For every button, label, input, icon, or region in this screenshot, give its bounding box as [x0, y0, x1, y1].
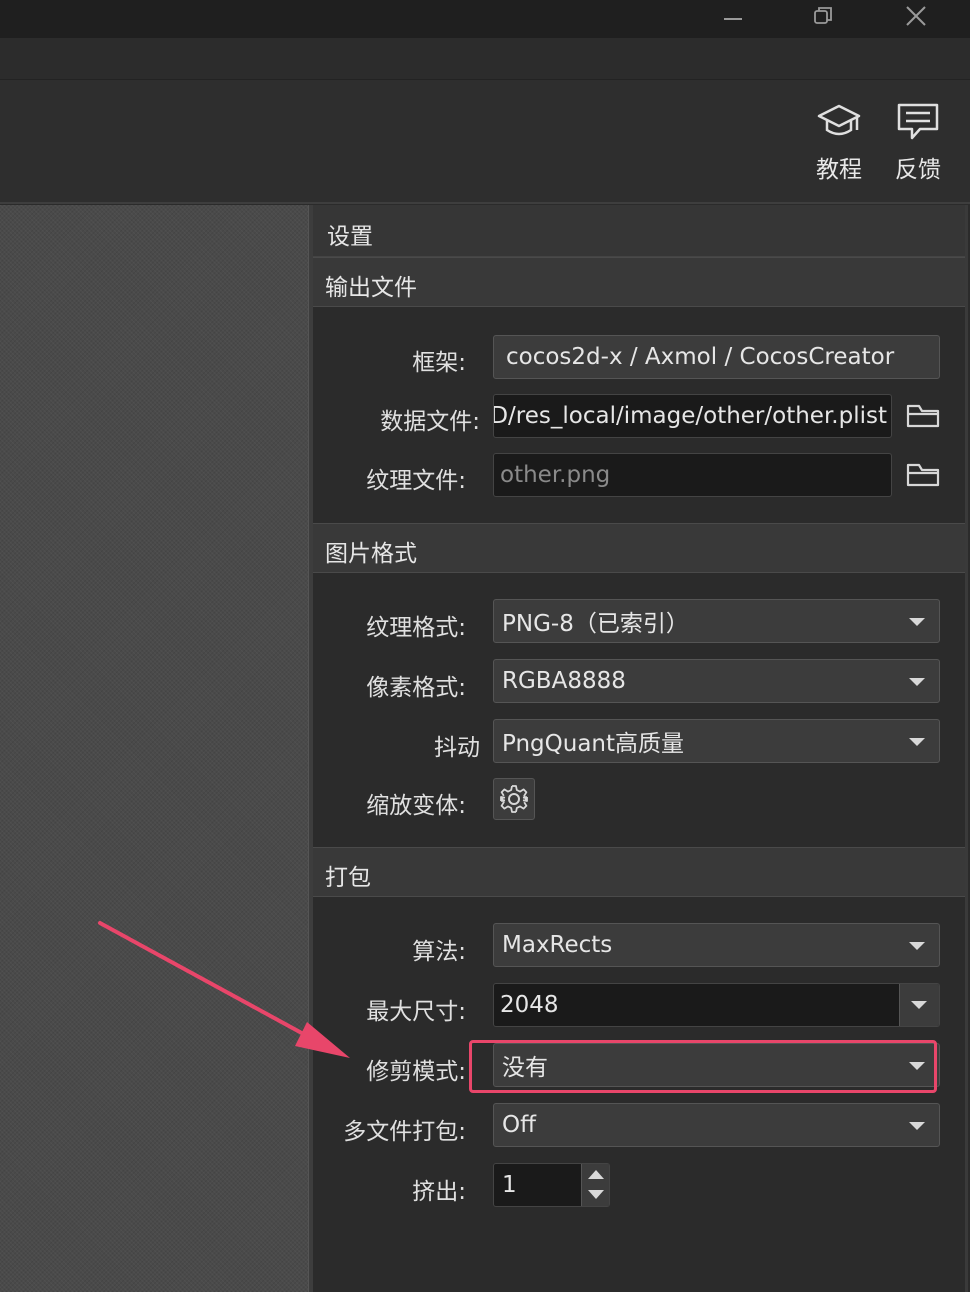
chevron-down-icon — [909, 618, 925, 626]
minimize-icon — [724, 18, 742, 20]
minimize-button[interactable] — [703, 0, 763, 32]
texture-folder-icon[interactable] — [905, 459, 941, 489]
max-size-label: 最大尺寸: — [366, 999, 466, 1025]
scale-variants-label: 缩放变体: — [366, 793, 466, 819]
sprite-canvas[interactable] — [0, 205, 308, 1292]
max-size-combo[interactable]: 2048 — [493, 983, 940, 1027]
chevron-down-icon — [911, 1001, 927, 1009]
panel-scroll-edge — [965, 205, 968, 1292]
texture-format-label: 纹理格式: — [366, 615, 466, 641]
extrude-label: 挤出: — [412, 1179, 466, 1205]
chevron-down-icon — [909, 942, 925, 950]
framework-value: cocos2d-x / Axmol / CocosCreator — [506, 344, 895, 370]
section-title-packing: 打包 — [325, 865, 371, 891]
trim-mode-label: 修剪模式: — [366, 1059, 466, 1085]
settings-panel: 设置 输出文件 框架: cocos2d-x / Axmol / CocosCre… — [313, 205, 970, 1292]
chevron-down-icon — [909, 1062, 925, 1070]
multipack-select[interactable]: Off — [493, 1103, 940, 1147]
restore-icon — [814, 7, 832, 24]
gear-icon — [500, 785, 528, 813]
feedback-label: 反馈 — [895, 157, 941, 183]
spin-down-icon[interactable] — [588, 1190, 604, 1199]
scale-variants-button[interactable] — [493, 778, 535, 820]
max-size-value: 2048 — [500, 992, 559, 1018]
chevron-down-icon — [909, 1122, 925, 1130]
chat-bubble-icon — [897, 103, 939, 140]
pixel-format-value: RGBA8888 — [502, 668, 626, 694]
datafile-input[interactable]: D/res_local/image/other/other.plist — [493, 394, 892, 438]
multipack-value: Off — [502, 1112, 536, 1138]
restore-button[interactable] — [793, 0, 853, 32]
extrude-spinbox[interactable]: 1 — [493, 1163, 610, 1207]
algorithm-select[interactable]: MaxRects — [493, 923, 940, 967]
texture-label: 纹理文件: — [366, 468, 466, 494]
tutorial-button[interactable]: 教程 — [804, 100, 874, 190]
settings-title: 设置 — [327, 224, 373, 250]
algorithm-label: 算法: — [412, 939, 466, 965]
datafile-value: D/res_local/image/other/other.plist — [493, 403, 887, 429]
max-size-dropdown-button[interactable] — [899, 984, 939, 1026]
section-title-output: 输出文件 — [325, 275, 417, 301]
close-icon — [906, 6, 926, 26]
toolbar: 教程 反馈 — [0, 80, 970, 204]
pixel-format-select[interactable]: RGBA8888 — [493, 659, 940, 703]
title-bar — [0, 0, 970, 38]
texture-placeholder: other.png — [500, 462, 611, 488]
texture-format-select[interactable]: PNG-8（已索引） — [493, 599, 940, 643]
feedback-button[interactable]: 反馈 — [883, 100, 953, 190]
settings-title-bar: 设置 — [313, 205, 965, 257]
dither-select[interactable]: PngQuant高质量 — [493, 719, 940, 763]
section-header-output[interactable]: 输出文件 — [313, 257, 965, 307]
close-button[interactable] — [886, 0, 946, 32]
trim-mode-select[interactable]: 没有 — [493, 1043, 940, 1087]
tutorial-label: 教程 — [816, 157, 862, 183]
graduation-cap-icon — [817, 104, 861, 136]
framework-button[interactable]: cocos2d-x / Axmol / CocosCreator — [493, 335, 940, 379]
chevron-down-icon — [909, 678, 925, 686]
texture-input[interactable]: other.png — [493, 453, 892, 497]
menu-bar — [0, 38, 970, 80]
section-header-image[interactable]: 图片格式 — [313, 523, 965, 573]
spin-up-icon[interactable] — [588, 1170, 604, 1179]
pixel-format-label: 像素格式: — [366, 675, 466, 701]
section-title-image: 图片格式 — [325, 541, 417, 567]
chevron-down-icon — [909, 738, 925, 746]
datafile-label: 数据文件: — [380, 409, 480, 435]
extrude-value: 1 — [502, 1172, 517, 1198]
section-header-packing[interactable]: 打包 — [313, 847, 965, 897]
algorithm-value: MaxRects — [502, 932, 613, 958]
framework-label: 框架: — [412, 350, 466, 376]
dither-label: 抖动 — [434, 735, 480, 761]
texture-format-value: PNG-8（已索引） — [502, 611, 689, 637]
trim-mode-value: 没有 — [502, 1055, 548, 1081]
dither-value: PngQuant高质量 — [502, 731, 685, 757]
multipack-label: 多文件打包: — [343, 1119, 466, 1145]
extrude-spin-buttons[interactable] — [581, 1164, 609, 1206]
datafile-folder-icon[interactable] — [905, 400, 941, 430]
